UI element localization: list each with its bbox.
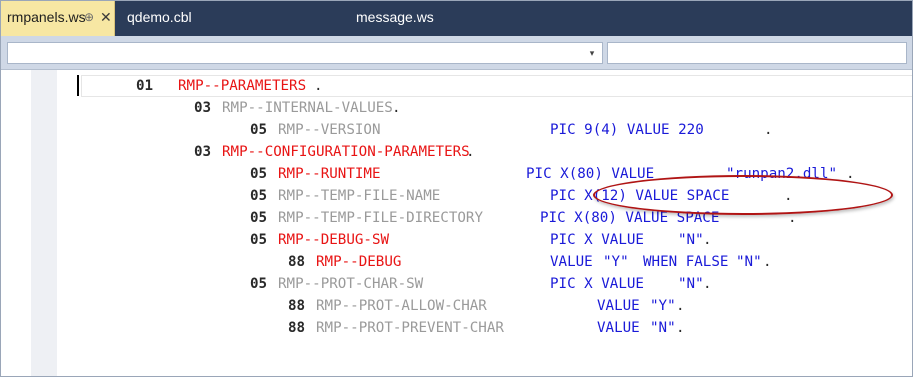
string-literal: "N"	[678, 232, 704, 248]
data-name-token: RMP--CONFIGURATION-PARAMETERS	[222, 144, 470, 160]
code-line[interactable]: 05 RMP--PROT-CHAR-SW PIC X VALUE "N" .	[250, 273, 712, 295]
level-number: 88	[288, 320, 306, 336]
editor-window: rmpanels.ws ⊕ ✕ qdemo.cbl message.ws ▾ 0…	[0, 0, 913, 377]
string-literal: "N"	[678, 276, 704, 292]
pic-clause: PIC X VALUE	[550, 232, 644, 248]
data-name-token: RMP--INTERNAL-VALUES	[222, 100, 393, 116]
code-line[interactable]: 05 RMP--DEBUG-SW PIC X VALUE "N" .	[250, 229, 712, 251]
data-name-token: RMP--TEMP-FILE-DIRECTORY	[278, 210, 483, 226]
string-literal: "Y"	[603, 254, 629, 270]
level-number: 88	[288, 298, 306, 314]
value-clause: VALUE	[597, 320, 640, 336]
navigation-bar: ▾	[1, 36, 912, 70]
close-icon[interactable]: ✕	[100, 1, 112, 34]
value-clause: VALUE	[550, 254, 593, 270]
data-name-token: RMP--TEMP-FILE-NAME	[278, 188, 441, 204]
type-dropdown[interactable]: ▾	[7, 42, 603, 64]
data-name-token: RMP--DEBUG-SW	[278, 232, 390, 248]
level-number: 88	[288, 254, 306, 270]
code-editor[interactable]: 01 RMP--PARAMETERS . 03 RMP--INTERNAL-VA…	[1, 70, 912, 376]
pin-icon[interactable]: ⊕	[84, 1, 94, 34]
data-name-token: RMP--PROT-CHAR-SW	[278, 276, 424, 292]
code-line[interactable]: 05 RMP--VERSION PIC 9(4) VALUE 220 .	[250, 119, 773, 141]
level-number: 05	[250, 210, 268, 226]
period-token: .	[703, 232, 712, 248]
data-name-token: RMP--RUNTIME	[278, 166, 381, 182]
code-line[interactable]: 05 RMP--RUNTIME PIC X(80) VALUE "runpan2…	[250, 163, 855, 185]
period-token: .	[676, 320, 685, 336]
tab-label: rmpanels.ws	[7, 9, 86, 25]
level-number: 01	[136, 78, 154, 94]
level-number: 03	[194, 144, 212, 160]
pic-clause: PIC X(12) VALUE SPACE	[550, 188, 730, 204]
code-line[interactable]: 01 RMP--PARAMETERS .	[136, 75, 323, 97]
level-number: 05	[250, 188, 268, 204]
level-number: 03	[194, 100, 212, 116]
period-token: .	[763, 254, 772, 270]
level-number: 05	[250, 122, 268, 138]
code-line[interactable]: 88 RMP--PROT-ALLOW-CHAR VALUE "Y" .	[288, 295, 685, 317]
code-line[interactable]: 05 RMP--TEMP-FILE-DIRECTORY PIC X(80) VA…	[250, 207, 797, 229]
chevron-down-icon[interactable]: ▾	[586, 46, 598, 60]
period-token: .	[788, 210, 797, 226]
editor-gutter	[31, 70, 57, 376]
pic-clause: PIC X(80) VALUE SPACE	[540, 210, 720, 226]
code-line[interactable]: 05 RMP--TEMP-FILE-NAME PIC X(12) VALUE S…	[250, 185, 793, 207]
period-token: .	[703, 276, 712, 292]
level-number: 05	[250, 232, 268, 248]
pic-clause: PIC X(80) VALUE	[526, 166, 655, 182]
when-false-clause: WHEN FALSE	[643, 254, 729, 270]
tab-label: message.ws	[356, 9, 434, 25]
code-line[interactable]: 88 RMP--DEBUG VALUE "Y" WHEN FALSE "N" .	[288, 251, 772, 273]
value-clause: VALUE	[597, 298, 640, 314]
tab-label: qdemo.cbl	[127, 9, 192, 25]
period-token: .	[676, 298, 685, 314]
period-token: .	[764, 122, 773, 138]
document-tab-strip: rmpanels.ws ⊕ ✕ qdemo.cbl message.ws	[1, 1, 912, 36]
data-name-token: RMP--PROT-PREVENT-CHAR	[316, 320, 504, 336]
tab-rmpanels-ws[interactable]: rmpanels.ws ⊕ ✕	[1, 1, 115, 36]
string-literal: "Y"	[650, 298, 676, 314]
data-name-token: RMP--PROT-ALLOW-CHAR	[316, 298, 487, 314]
code-line[interactable]: 03 RMP--CONFIGURATION-PARAMETERS .	[194, 141, 475, 163]
period-token: .	[392, 100, 401, 116]
period-token: .	[846, 166, 855, 182]
string-literal: "runpan2.dll"	[726, 166, 838, 182]
code-line[interactable]: 03 RMP--INTERNAL-VALUES .	[194, 97, 401, 119]
tab-message-ws[interactable]: message.ws	[356, 1, 466, 36]
string-literal: "N"	[650, 320, 676, 336]
string-literal: "N"	[736, 254, 762, 270]
pic-clause: PIC X VALUE	[550, 276, 644, 292]
member-dropdown[interactable]	[607, 42, 907, 64]
level-number: 05	[250, 166, 268, 182]
tab-qdemo-cbl[interactable]: qdemo.cbl	[119, 1, 209, 36]
level-number: 05	[250, 276, 268, 292]
code-line[interactable]: 88 RMP--PROT-PREVENT-CHAR VALUE "N" .	[288, 317, 685, 339]
data-name-token: RMP--VERSION	[278, 122, 381, 138]
pic-clause: PIC 9(4) VALUE 220	[550, 122, 704, 138]
data-name-token: RMP--DEBUG	[316, 254, 402, 270]
text-caret	[77, 75, 79, 96]
period-token: .	[466, 144, 475, 160]
period-token: .	[784, 188, 793, 204]
data-name-token: RMP--PARAMETERS	[178, 78, 307, 94]
period-token: .	[314, 78, 323, 94]
